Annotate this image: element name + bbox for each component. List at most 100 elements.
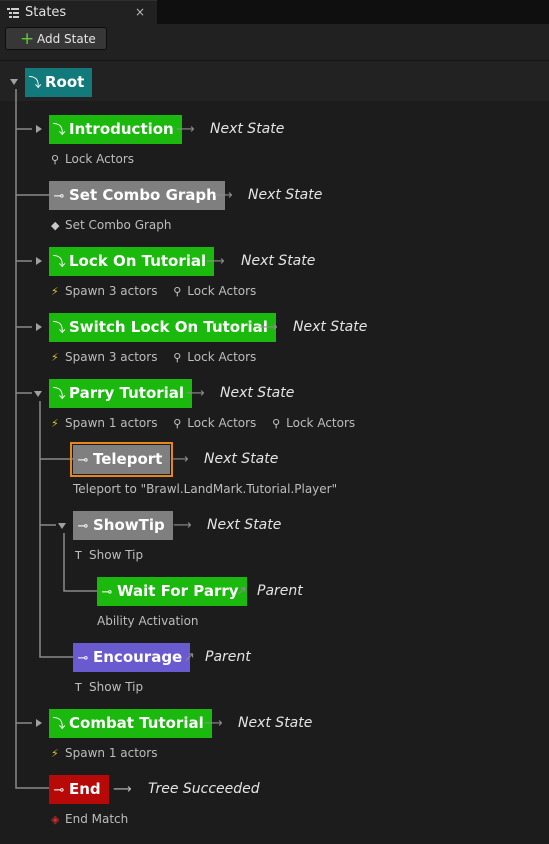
state-set-combo-graph[interactable]: ⊸ Set Combo Graph bbox=[49, 181, 225, 210]
expand-switch-lock-on-tutorial-icon[interactable] bbox=[36, 323, 42, 331]
next-state-icon: ⟶ bbox=[206, 254, 225, 269]
selector-icon: ⤵ bbox=[52, 123, 66, 138]
lock-actors-icon: ⚲ bbox=[51, 153, 60, 166]
parent-transition-icon: ↗ bbox=[236, 584, 247, 599]
state-label: Switch Lock On Tutorial bbox=[69, 318, 268, 336]
selector-icon: ⤵ bbox=[28, 76, 42, 91]
expand-combat-tutorial-icon[interactable] bbox=[36, 719, 42, 727]
state-label: Wait For Parry bbox=[117, 582, 239, 600]
spawn-actors-icon: ⚡ bbox=[51, 417, 59, 430]
state-label: Encourage bbox=[93, 648, 183, 666]
spawn-actors-icon: ⚡ bbox=[51, 351, 59, 364]
state-label: Introduction bbox=[69, 120, 174, 138]
task-icon: ⊸ bbox=[77, 519, 89, 534]
state-encourage[interactable]: ⊸ Encourage bbox=[73, 643, 191, 672]
plus-icon: + bbox=[20, 29, 35, 49]
selector-icon: ⤵ bbox=[52, 255, 66, 270]
text-icon: T bbox=[75, 549, 82, 562]
task-label: Lock Actors bbox=[187, 416, 257, 430]
task-list: ⚡ Spawn 3 actors ⚲ Lock Actors bbox=[51, 283, 256, 300]
spawn-actors-icon: ⚡ bbox=[51, 747, 59, 760]
transition-label: Next State bbox=[293, 319, 368, 335]
states-list-icon bbox=[7, 8, 19, 18]
transition-label: Next State bbox=[204, 451, 279, 467]
lock-actors-icon: ⚲ bbox=[173, 285, 182, 298]
state-parry-tutorial[interactable]: ⤵ Parry Tutorial bbox=[49, 379, 193, 408]
next-state-icon: ⟶ bbox=[259, 320, 278, 335]
transition-label: Next State bbox=[241, 253, 316, 269]
state-label: Combat Tutorial bbox=[69, 714, 204, 732]
transition-label: Next State bbox=[207, 517, 282, 533]
next-state-icon: ⟶ bbox=[176, 122, 195, 137]
state-teleport[interactable]: ⊸ Teleport bbox=[69, 442, 174, 477]
next-state-icon: ⟶ bbox=[186, 386, 205, 401]
task-list: T Show Tip bbox=[75, 547, 143, 564]
task-list: ◈ End Match bbox=[51, 811, 128, 828]
next-state-icon: ⟶ bbox=[214, 188, 233, 203]
linked-icon: ⊸ bbox=[77, 651, 89, 666]
state-wait-for-parry[interactable]: ⊸ Wait For Parry bbox=[97, 577, 247, 606]
task-label: Teleport to "Brawl.LandMark.Tutorial.Pla… bbox=[73, 482, 338, 496]
state-lock-on-tutorial[interactable]: ⤵ Lock On Tutorial bbox=[49, 247, 215, 276]
state-tree: ⤵ Root ⤵ Introduction ⟶ Next State ⚲ Lock A… bbox=[0, 61, 549, 844]
task-label: Set Combo Graph bbox=[65, 218, 172, 232]
state-combat-tutorial[interactable]: ⤵ Combat Tutorial bbox=[49, 709, 212, 738]
expand-lock-on-tutorial-icon[interactable] bbox=[36, 257, 42, 265]
task-label: Lock Actors bbox=[187, 284, 257, 298]
state-label: Lock On Tutorial bbox=[69, 252, 207, 270]
state-switch-lock-on-tutorial[interactable]: ⤵ Switch Lock On Tutorial bbox=[49, 313, 276, 342]
state-showtip[interactable]: ⊸ ShowTip bbox=[73, 511, 173, 540]
tab-title: States bbox=[25, 5, 67, 20]
state-label: Set Combo Graph bbox=[69, 186, 217, 204]
state-label: Root bbox=[45, 73, 85, 91]
transition-label: Next State bbox=[220, 385, 295, 401]
end-match-icon: ◈ bbox=[51, 813, 60, 826]
task-list: ⚡ Spawn 1 actors bbox=[51, 745, 157, 762]
close-icon[interactable]: × bbox=[135, 3, 145, 21]
task-label: Spawn 1 actors bbox=[65, 746, 158, 760]
task-label: Lock Actors bbox=[187, 350, 257, 364]
collapse-showtip-icon[interactable] bbox=[58, 523, 66, 529]
task-icon: ⊸ bbox=[77, 453, 89, 468]
task-label: Spawn 3 actors bbox=[65, 350, 158, 364]
state-label: Parry Tutorial bbox=[69, 384, 185, 402]
parent-transition-icon: ↗ bbox=[184, 650, 195, 665]
task-label: End Match bbox=[65, 812, 129, 826]
state-introduction[interactable]: ⤵ Introduction bbox=[49, 115, 182, 144]
task-label: Spawn 1 actors bbox=[65, 416, 158, 430]
add-state-label: Add State bbox=[37, 32, 96, 46]
succeeded-arrow-icon: ⟶ bbox=[113, 782, 132, 797]
selector-icon: ⤵ bbox=[52, 717, 66, 732]
transition-label: Tree Succeeded bbox=[148, 781, 260, 797]
spawn-actors-icon: ⚡ bbox=[51, 285, 59, 298]
task-list: ◆ Set Combo Graph bbox=[51, 217, 172, 234]
transition-label: Next State bbox=[210, 121, 285, 137]
task-label: Lock Actors bbox=[286, 416, 356, 430]
collapse-parry-tutorial-icon[interactable] bbox=[34, 391, 42, 397]
next-state-icon: ⟶ bbox=[173, 518, 192, 533]
task-icon: ⊸ bbox=[53, 189, 65, 204]
lock-actors-icon: ⚲ bbox=[272, 417, 281, 430]
tag-icon: ◆ bbox=[51, 219, 60, 232]
selector-icon: ⤵ bbox=[52, 321, 66, 336]
state-end[interactable]: ⊸ End bbox=[49, 775, 109, 804]
task-list: ⚲ Lock Actors bbox=[51, 151, 134, 168]
selector-icon: ⤵ bbox=[52, 387, 66, 402]
state-label: Teleport bbox=[93, 450, 163, 468]
transition-label: Parent bbox=[205, 649, 251, 665]
task-list: ⚡ Spawn 3 actors ⚲ Lock Actors bbox=[51, 349, 256, 366]
transition-label: Next State bbox=[238, 715, 313, 731]
expand-root-icon[interactable] bbox=[10, 79, 18, 85]
task-label: Show Tip bbox=[89, 680, 144, 694]
task-list: ⚡ Spawn 1 actors ⚲ Lock Actors ⚲ Lock Actor… bbox=[51, 415, 355, 432]
tab-states[interactable]: States × bbox=[0, 0, 157, 24]
toolbar: + Add State bbox=[0, 24, 549, 61]
task-list: T Show Tip bbox=[75, 679, 143, 696]
next-state-icon: ⟶ bbox=[204, 716, 223, 731]
expand-introduction-icon[interactable] bbox=[36, 125, 42, 133]
task-label: Show Tip bbox=[89, 548, 144, 562]
lock-actors-icon: ⚲ bbox=[173, 417, 182, 430]
state-root[interactable]: ⤵ Root bbox=[25, 68, 93, 97]
add-state-button[interactable]: + Add State bbox=[5, 27, 107, 50]
title-bar: States × bbox=[0, 0, 549, 24]
